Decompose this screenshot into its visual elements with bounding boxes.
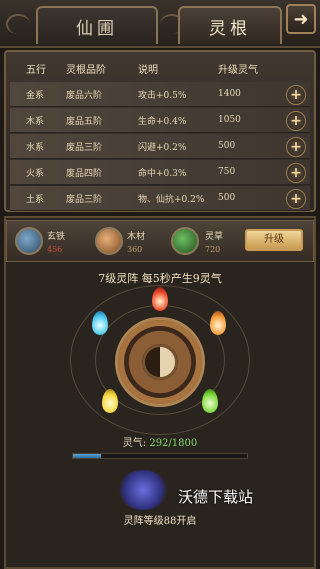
ornament-icon xyxy=(6,14,30,34)
tab-spirit-root-label: 灵根 xyxy=(209,18,251,39)
qi-progress-bar xyxy=(72,453,248,459)
plus-icon[interactable]: + xyxy=(286,189,306,209)
row-element: 水系 xyxy=(26,142,45,153)
header-grade: 灵根品阶 xyxy=(66,65,106,76)
header-desc: 说明 xyxy=(138,65,158,76)
row-desc: 物、仙抗+0.2% xyxy=(138,194,205,205)
material-count: 360 xyxy=(127,245,143,254)
material-count: 720 xyxy=(205,245,221,254)
row-element: 土系 xyxy=(26,194,45,205)
locked-array-text: 灵阵等级88开启 xyxy=(123,516,197,527)
yin-yang-icon xyxy=(143,345,177,379)
wood-logs-icon xyxy=(95,227,123,255)
plus-icon[interactable]: + xyxy=(286,111,306,131)
spirit-array xyxy=(50,285,270,435)
table-row: 木系 废品五阶 生命+0.4% 1050 + xyxy=(10,108,310,133)
material-name: 灵草 xyxy=(205,232,224,242)
arrow-right-icon[interactable]: ➜ xyxy=(286,4,316,34)
qi-label: 灵气: 292/1800 xyxy=(0,434,320,449)
plus-icon[interactable]: + xyxy=(286,85,306,105)
qi-value: 292/1800 xyxy=(149,438,198,449)
row-element: 金系 xyxy=(26,90,45,101)
row-element: 木系 xyxy=(26,116,45,127)
iron-ingot-icon xyxy=(15,227,43,255)
table-row: 水系 废品三阶 闪避+0.2% 500 + xyxy=(10,134,310,159)
locked-array-icon[interactable] xyxy=(118,470,168,510)
row-cost: 500 xyxy=(218,193,236,203)
plus-icon[interactable]: + xyxy=(286,137,306,157)
table-row: 火系 废品四阶 命中+0.3% 750 + xyxy=(10,160,310,185)
material-name: 木材 xyxy=(127,232,146,242)
row-desc: 攻击+0.5% xyxy=(138,90,187,101)
row-grade: 废品六阶 xyxy=(66,90,103,101)
row-grade: 废品三阶 xyxy=(66,194,103,205)
water-flame-icon[interactable] xyxy=(92,311,108,335)
table-row: 土系 废品三阶 物、仙抗+0.2% 500 + xyxy=(10,186,310,211)
fire-flame-icon[interactable] xyxy=(152,287,168,311)
row-desc: 命中+0.3% xyxy=(138,168,187,179)
header-element: 五行 xyxy=(26,65,46,76)
row-cost: 1050 xyxy=(218,115,241,125)
plus-icon[interactable]: + xyxy=(286,163,306,183)
material-count: 456 xyxy=(47,245,63,254)
wood-flame-icon[interactable] xyxy=(202,389,218,413)
row-desc: 闪避+0.2% xyxy=(138,142,187,153)
tab-immortal-garden-label: 仙圃 xyxy=(76,18,118,39)
row-element: 火系 xyxy=(26,168,45,179)
table-header: 五行 灵根品阶 说明 升级灵气 xyxy=(10,56,310,81)
row-cost: 750 xyxy=(218,167,236,177)
row-desc: 生命+0.4% xyxy=(138,116,187,127)
tab-immortal-garden[interactable]: 仙圃 xyxy=(36,6,158,44)
row-grade: 废品三阶 xyxy=(66,142,103,153)
materials-bar: 玄铁 456 木材 360 灵草 720 升级 xyxy=(6,220,314,262)
material-name: 玄铁 xyxy=(47,232,66,242)
qi-progress-fill xyxy=(73,454,102,458)
row-grade: 废品五阶 xyxy=(66,116,103,127)
qi-label-text: 灵气: xyxy=(122,438,147,449)
array-title: 7级灵阵 每5秒产生9灵气 xyxy=(98,272,222,285)
tab-spirit-root[interactable]: 灵根 xyxy=(178,6,282,44)
metal-flame-icon[interactable] xyxy=(102,389,118,413)
spirit-root-table: 五行 灵根品阶 说明 升级灵气 金系 废品六阶 攻击+0.5% 1400 + 木… xyxy=(4,50,316,212)
upgrade-button[interactable]: 升级 xyxy=(245,229,303,251)
row-cost: 500 xyxy=(218,141,236,151)
row-cost: 1400 xyxy=(218,89,241,99)
header-cost: 升级灵气 xyxy=(218,65,258,76)
spirit-herb-icon xyxy=(171,227,199,255)
table-row: 金系 废品六阶 攻击+0.5% 1400 + xyxy=(10,82,310,107)
watermark: 沃德下载站 xyxy=(178,488,254,506)
tab-bar: 仙圃 灵根 ➜ xyxy=(0,0,320,48)
row-grade: 废品四阶 xyxy=(66,168,103,179)
earth-flame-icon[interactable] xyxy=(210,311,226,335)
